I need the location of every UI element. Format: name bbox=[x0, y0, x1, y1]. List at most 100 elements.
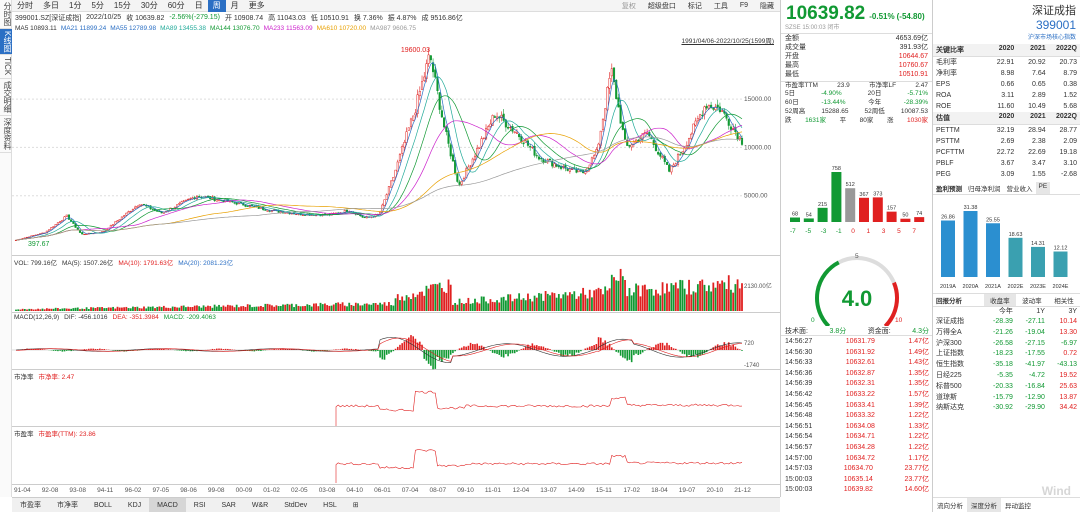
macd-panel[interactable]: MACD(12,26,9) DIF: -456.1016 DEA: -351.3… bbox=[12, 313, 780, 370]
tick-row[interactable]: 14:56:54 10634.71 1.22亿 bbox=[781, 432, 933, 443]
return-tab[interactable]: 相关性 bbox=[1048, 294, 1080, 306]
volume-panel[interactable]: VOL: 799.16亿 MA(5): 1507.26亿 MA(10): 179… bbox=[12, 256, 780, 313]
return-tab[interactable]: 收盘率 bbox=[983, 294, 1016, 306]
tick-row[interactable]: 14:56:42 10633.22 1.57亿 bbox=[781, 390, 933, 401]
indicator-tab[interactable]: ⊞ bbox=[345, 498, 367, 512]
volume-bar bbox=[641, 285, 644, 311]
period-tab[interactable]: 5分 bbox=[86, 0, 108, 12]
period-tab[interactable]: 月 bbox=[226, 0, 244, 12]
pb-panel[interactable]: 市净率 市净率: 2.47 bbox=[12, 370, 780, 427]
indicator-tab[interactable]: RSI bbox=[186, 498, 214, 512]
indicator-tab[interactable]: MACD bbox=[149, 497, 186, 512]
indicator-tab[interactable]: W&R bbox=[244, 498, 276, 512]
tick-row[interactable]: 14:56:36 10632.87 1.35亿 bbox=[781, 369, 933, 380]
pe-panel[interactable]: 市盈率 市盈率(TTM): 23.86 bbox=[12, 427, 780, 484]
tick-row[interactable]: 14:56:57 10634.28 1.22亿 bbox=[781, 443, 933, 454]
forecast-tab[interactable]: PE bbox=[1035, 182, 1051, 194]
volume-bar bbox=[136, 306, 139, 311]
indicator-tab[interactable]: SAR bbox=[213, 498, 243, 512]
volume-bar bbox=[224, 306, 227, 311]
macd-bar bbox=[390, 350, 392, 353]
price-chart-panel[interactable]: 1991/04/06-2022/10/25(1599周) 19600.03 397… bbox=[12, 34, 780, 256]
sidebar-tab[interactable]: 成交明细 bbox=[0, 79, 12, 116]
ma-line bbox=[15, 62, 743, 241]
period-tab-weekly[interactable]: 周 bbox=[207, 0, 226, 12]
tick-list[interactable]: 14:56:27 10631.79 1.47亿 14:56:30 10631.92 1.4… bbox=[781, 337, 933, 496]
volume-bar bbox=[562, 294, 565, 311]
macd-bar bbox=[185, 350, 187, 352]
indicator-tab[interactable]: 市净率 bbox=[49, 498, 86, 512]
footer-tab[interactable]: 深度分析 bbox=[967, 498, 1001, 512]
volume-bar bbox=[703, 284, 706, 311]
period-tab[interactable]: 30分 bbox=[136, 0, 163, 12]
indicator-tab[interactable]: 市盈率 bbox=[12, 498, 49, 512]
tick-row[interactable]: 14:56:30 10631.92 1.49亿 bbox=[781, 348, 933, 359]
forecast-tab[interactable]: 盈利预测 bbox=[933, 182, 965, 194]
tick-row[interactable]: 14:56:45 10633.41 1.39亿 bbox=[781, 401, 933, 412]
volume-bar bbox=[529, 298, 532, 311]
indicator-tab[interactable]: KDJ bbox=[120, 498, 149, 512]
indicator-tab[interactable]: HSL bbox=[315, 498, 345, 512]
footer-tab[interactable]: 异动监控 bbox=[1001, 498, 1035, 512]
tick-row[interactable]: 14:56:33 10632.61 1.43亿 bbox=[781, 358, 933, 369]
volume-bar bbox=[48, 308, 51, 311]
open-label: 开 bbox=[224, 14, 232, 22]
indicator-tab[interactable]: StdDev bbox=[276, 498, 315, 512]
period-tab[interactable]: 分时 bbox=[12, 0, 38, 12]
tick-row[interactable]: 14:56:27 10631.79 1.47亿 bbox=[781, 337, 933, 348]
perf-label: 52周高 bbox=[785, 108, 806, 116]
period-tab[interactable]: 多日 bbox=[38, 0, 64, 12]
sidebar-tab[interactable]: K线图 bbox=[0, 29, 12, 56]
volume-bar bbox=[432, 284, 434, 311]
hide-button[interactable]: 隐藏 bbox=[754, 1, 780, 11]
volume-bar bbox=[114, 308, 117, 311]
ma-legend-item: MA5 10893.11 bbox=[15, 25, 57, 32]
footer-tab[interactable]: 流向分析 bbox=[933, 498, 967, 512]
volume-bar bbox=[149, 306, 152, 311]
tick-row[interactable]: 15:00:03 10635.14 23.77亿 bbox=[781, 475, 933, 486]
return-tab[interactable]: 波动率 bbox=[1016, 294, 1048, 306]
volume-bar bbox=[162, 305, 165, 311]
forecast-tab[interactable]: 营业收入 bbox=[1004, 182, 1036, 194]
index-link[interactable]: 沪深市场核心指数 bbox=[1028, 32, 1076, 41]
macd-bar bbox=[465, 346, 467, 350]
pb-lf-value: 2.47 bbox=[915, 81, 928, 89]
mark-button[interactable]: 标记 bbox=[682, 1, 708, 11]
period-tab-more[interactable]: 更多 bbox=[244, 0, 270, 12]
volume-bar bbox=[324, 303, 326, 311]
sidebar-tab[interactable]: 分时图 bbox=[0, 0, 12, 29]
ratio-value: 3.10 bbox=[1063, 160, 1077, 167]
ratio-value: 20.92 bbox=[1028, 59, 1046, 66]
volume-bar bbox=[449, 284, 452, 311]
tick-time: 14:56:39 bbox=[785, 380, 813, 388]
tick-row[interactable]: 14:57:03 10634.70 23.77亿 bbox=[781, 464, 933, 475]
period-tab[interactable]: 日 bbox=[190, 0, 208, 12]
left-tab-strip: 分时图 K线图 TICK 成交明细 深度资料 bbox=[0, 0, 12, 497]
return-value: 34.42 bbox=[1059, 404, 1077, 412]
tools-button[interactable]: 工具 bbox=[708, 1, 734, 11]
period-tab[interactable]: 15分 bbox=[109, 0, 136, 12]
tick-row[interactable]: 14:56:39 10632.31 1.35亿 bbox=[781, 379, 933, 390]
x-tick: 07-04 bbox=[401, 487, 419, 494]
macd-bar bbox=[599, 337, 602, 350]
volume-bar bbox=[231, 305, 234, 311]
period-tab[interactable]: 1分 bbox=[64, 0, 86, 12]
volume-bar bbox=[105, 308, 108, 311]
macd-bar bbox=[639, 350, 642, 355]
period-tab[interactable]: 60分 bbox=[163, 0, 190, 12]
f9-button[interactable]: F9 bbox=[734, 2, 754, 9]
sidebar-tab[interactable]: TICK bbox=[0, 55, 12, 79]
return-row: 日经225 -5.35 -4.72 19.52 bbox=[933, 371, 1080, 382]
volume-bar bbox=[416, 294, 419, 311]
tick-row[interactable]: 14:56:51 10634.08 1.33亿 bbox=[781, 422, 933, 433]
return-value: 13.30 bbox=[1059, 328, 1077, 336]
indicator-tab[interactable]: BOLL bbox=[86, 498, 120, 512]
sidebar-tab[interactable]: 深度资料 bbox=[0, 116, 12, 153]
volume-bar bbox=[275, 305, 278, 311]
adjust-button[interactable]: 复权 bbox=[616, 1, 642, 11]
tick-row[interactable]: 14:57:00 10634.72 1.17亿 bbox=[781, 454, 933, 465]
super-panel-button[interactable]: 超级盘口 bbox=[642, 1, 682, 11]
tick-row[interactable]: 15:00:03 10639.82 14.60亿 bbox=[781, 485, 933, 496]
tick-row[interactable]: 14:56:48 10633.32 1.22亿 bbox=[781, 411, 933, 422]
forecast-tab[interactable]: 归母净利润 bbox=[965, 182, 1004, 194]
